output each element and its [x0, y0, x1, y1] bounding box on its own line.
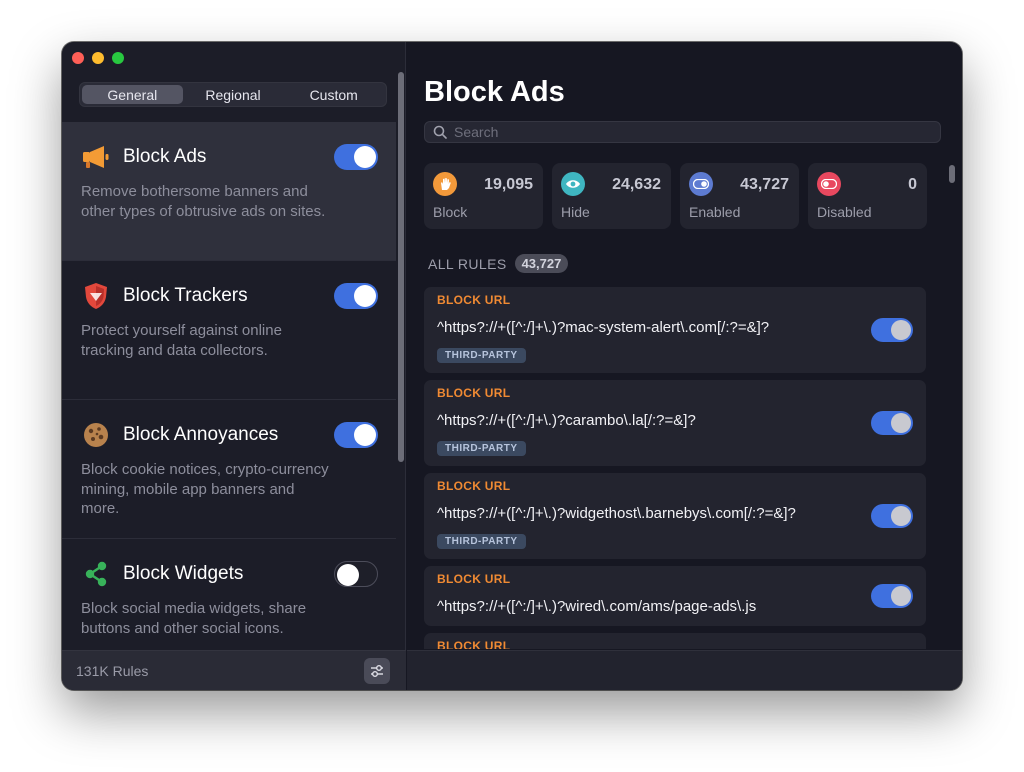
filter-list: Block Ads Remove bothersome banners and … — [62, 122, 396, 678]
main-footer-bar — [407, 650, 962, 690]
sidebar-item-description: Protect yourself against online tracking… — [81, 322, 282, 359]
sidebar-item-title: Block Trackers — [123, 285, 248, 306]
stat-card-enabled[interactable]: 43,727 Enabled — [680, 163, 799, 229]
share-icon — [81, 559, 111, 589]
block-widgets-toggle[interactable] — [334, 561, 378, 587]
rule-pattern: ^https?://+([^:/]+\.)?widgethost\.barneb… — [437, 505, 796, 522]
rule-row[interactable]: BLOCK URL ^https?://+([^:/]+\.)?carambo\… — [424, 380, 926, 466]
sidebar-item-description: Block social media widgets, share button… — [81, 600, 307, 637]
sidebar-item-title: Block Ads — [123, 146, 207, 167]
toggle-on-icon — [689, 172, 713, 196]
sidebar-item-title: Block Widgets — [123, 563, 244, 584]
toggle-knob — [891, 320, 911, 340]
toggle-knob — [891, 413, 911, 433]
sidebar-item-title: Block Annoyances — [123, 424, 279, 445]
rule-type: BLOCK URL — [437, 386, 511, 400]
stat-value: 24,632 — [612, 176, 661, 193]
rule-pattern: ^https?://+([^:/]+\.)?mac-system-alert\.… — [437, 319, 770, 336]
rule-type: BLOCK URL — [437, 572, 511, 586]
sidebar-scrollbar[interactable] — [398, 72, 404, 462]
rule-tag: THIRD-PARTY — [437, 441, 526, 456]
sidebar-footer: 131K Rules — [62, 650, 406, 690]
rule-type: BLOCK URL — [437, 479, 511, 493]
minimize-window-button[interactable] — [92, 52, 104, 64]
toggle-knob — [891, 586, 911, 606]
rule-toggle[interactable] — [871, 411, 913, 435]
settings-sliders-button[interactable] — [364, 658, 390, 684]
stats-row: 19,095 Block 24,632 Hide 43,727 Enabled — [424, 163, 927, 229]
stat-card-block[interactable]: 19,095 Block — [424, 163, 543, 229]
rule-tag: THIRD-PARTY — [437, 534, 526, 549]
rule-toggle[interactable] — [871, 318, 913, 342]
search-icon — [433, 125, 447, 139]
rule-pattern: ^https?://+([^:/]+\.)?carambo\.la[/:?=&]… — [437, 412, 696, 429]
block-trackers-toggle[interactable] — [334, 283, 378, 309]
tab-general[interactable]: General — [82, 85, 183, 104]
stat-value: 43,727 — [740, 176, 789, 193]
total-rules-count: 131K Rules — [76, 663, 149, 679]
all-rules-header: ALL RULES 43,727 — [428, 254, 569, 273]
rule-row[interactable]: BLOCK URL — [424, 633, 926, 649]
megaphone-icon — [81, 142, 111, 172]
stat-value: 19,095 — [484, 176, 533, 193]
sidebar-item-block-trackers[interactable]: Block Trackers Protect yourself against … — [62, 261, 396, 400]
rule-type: BLOCK URL — [437, 293, 511, 307]
rule-row[interactable]: BLOCK URL ^https?://+([^:/]+\.)?mac-syst… — [424, 287, 926, 373]
rule-row[interactable]: BLOCK URL ^https?://+([^:/]+\.)?widgetho… — [424, 473, 926, 559]
close-window-button[interactable] — [72, 52, 84, 64]
main-panel: Block Ads 19,095 Block 24,632 Hid — [407, 42, 962, 690]
app-window: General Regional Custom Block Ads Remove… — [62, 42, 962, 690]
rule-toggle[interactable] — [871, 504, 913, 528]
rules-scrollbar[interactable] — [949, 165, 955, 183]
search-input[interactable] — [454, 124, 914, 140]
eye-icon — [561, 172, 585, 196]
rule-row[interactable]: BLOCK URL ^https?://+([^:/]+\.)?wired\.c… — [424, 566, 926, 626]
sidebar-item-description: Block cookie notices, crypto-currency mi… — [81, 461, 329, 517]
window-controls — [72, 52, 124, 64]
block-ads-toggle[interactable] — [334, 144, 378, 170]
toggle-knob — [336, 563, 359, 586]
tab-regional[interactable]: Regional — [183, 85, 284, 104]
toggle-knob — [891, 506, 911, 526]
all-rules-label: ALL RULES — [428, 255, 507, 272]
sidebar-item-block-ads[interactable]: Block Ads Remove bothersome banners and … — [62, 122, 396, 261]
tab-custom[interactable]: Custom — [283, 85, 384, 104]
toggle-knob — [354, 424, 376, 446]
stat-value: 0 — [908, 176, 917, 193]
page-title: Block Ads — [424, 76, 565, 108]
block-annoyances-toggle[interactable] — [334, 422, 378, 448]
cookie-icon — [81, 420, 111, 450]
stat-label: Block — [433, 204, 468, 220]
shield-icon — [81, 281, 111, 311]
hand-icon — [433, 172, 457, 196]
rule-tag: THIRD-PARTY — [437, 348, 526, 363]
stat-card-hide[interactable]: 24,632 Hide — [552, 163, 671, 229]
rules-list: BLOCK URL ^https?://+([^:/]+\.)?mac-syst… — [424, 287, 926, 649]
sliders-icon — [371, 665, 383, 677]
toggle-knob — [354, 146, 376, 168]
stat-label: Hide — [561, 204, 590, 220]
stat-label: Disabled — [817, 204, 872, 220]
rule-toggle[interactable] — [871, 584, 913, 608]
rule-type: BLOCK URL — [437, 639, 511, 649]
toggle-off-icon — [817, 172, 841, 196]
stat-label: Enabled — [689, 204, 741, 220]
sidebar-item-description: Remove bothersome banners and other type… — [81, 183, 326, 220]
zoom-window-button[interactable] — [112, 52, 124, 64]
filter-segmented-control: General Regional Custom — [79, 82, 387, 107]
sidebar: General Regional Custom Block Ads Remove… — [62, 42, 406, 690]
rule-pattern: ^https?://+([^:/]+\.)?wired\.com/ams/pag… — [437, 598, 757, 615]
stat-card-disabled[interactable]: 0 Disabled — [808, 163, 927, 229]
search-field[interactable] — [424, 121, 941, 143]
toggle-knob — [354, 285, 376, 307]
sidebar-item-block-annoyances[interactable]: Block Annoyances Block cookie notices, c… — [62, 400, 396, 539]
all-rules-count-badge: 43,727 — [514, 254, 569, 273]
